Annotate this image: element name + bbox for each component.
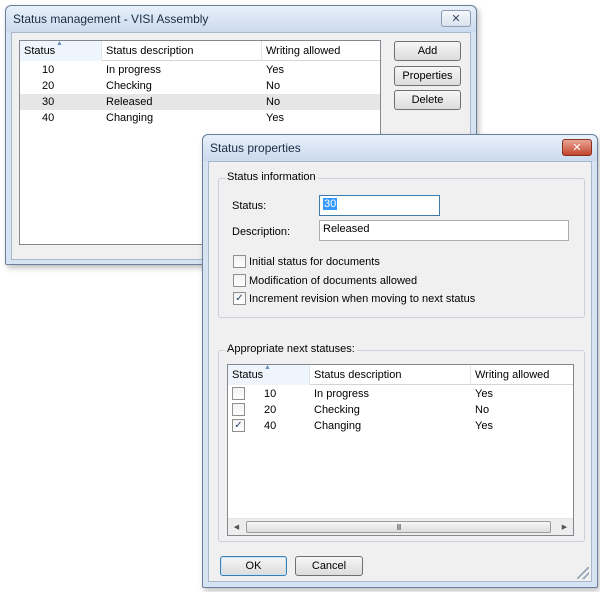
- row-cell-status: 20: [42, 80, 55, 92]
- status-field[interactable]: 30: [319, 195, 440, 216]
- table-row[interactable]: 10 In progress Yes: [228, 386, 573, 402]
- properties-button-label: Properties: [402, 70, 453, 82]
- row-cell-description: In progress: [106, 64, 162, 76]
- description-field-label: Description:: [232, 226, 291, 238]
- row-cell-description: Checking: [314, 404, 360, 416]
- close-icon: ✕: [451, 13, 461, 25]
- row-checkbox[interactable]: [232, 403, 245, 416]
- sort-ascending-icon: ▲: [56, 40, 63, 47]
- modification-allowed-checkbox[interactable]: [233, 274, 246, 287]
- row-cell-description: Changing: [314, 420, 362, 432]
- add-button-label: Add: [417, 45, 438, 57]
- row-checkbox[interactable]: ✓: [232, 419, 245, 432]
- next-statuses-caption: Appropriate next statuses:: [225, 343, 357, 355]
- ok-button[interactable]: OK: [220, 556, 287, 576]
- column-header-status-label: Status: [232, 369, 264, 381]
- row-cell-status: 40: [264, 420, 277, 432]
- column-header-status[interactable]: ▲ Status: [228, 365, 310, 385]
- check-mark-icon: ✓: [234, 420, 243, 431]
- dialog-close-button[interactable]: ✕: [562, 139, 592, 156]
- scrollbar-thumb[interactable]: III: [246, 521, 551, 533]
- row-cell-writing: No: [266, 80, 281, 92]
- resize-grip-icon[interactable]: [577, 567, 589, 579]
- column-header-writing[interactable]: Writing allowed: [262, 41, 380, 61]
- initial-status-label: Initial status for documents: [249, 256, 380, 268]
- table-row[interactable]: 20 Checking No: [228, 402, 573, 418]
- increment-revision-label: Increment revision when moving to next s…: [249, 293, 476, 305]
- horizontal-scrollbar[interactable]: ◀ III ▶: [228, 518, 573, 535]
- row-cell-status: 40: [42, 112, 55, 124]
- row-cell-status: 10: [42, 64, 55, 76]
- column-header-status[interactable]: ▲ Status: [20, 41, 102, 61]
- cancel-button-label: Cancel: [311, 560, 347, 572]
- modification-allowed-label: Modification of documents allowed: [249, 275, 418, 287]
- status-properties-dialog: Status properties ✕ Status information S…: [202, 134, 598, 588]
- status-field-label: Status:: [232, 200, 267, 212]
- main-window-title: Status management - VISI Assembly: [13, 12, 209, 26]
- column-header-description[interactable]: Status description: [310, 365, 471, 385]
- table-row[interactable]: 10 In progress Yes: [20, 62, 380, 78]
- close-icon: ✕: [572, 142, 582, 154]
- scroll-right-icon[interactable]: ▶: [556, 519, 573, 535]
- delete-button[interactable]: Delete: [394, 90, 461, 110]
- row-cell-description: Checking: [106, 80, 152, 92]
- column-header-writing-label: Writing allowed: [266, 45, 341, 57]
- row-cell-writing: No: [266, 96, 281, 108]
- dialog-title: Status properties: [210, 141, 301, 155]
- row-cell-status: 10: [264, 388, 277, 400]
- dialog-titlebar[interactable]: Status properties ✕: [203, 135, 597, 161]
- description-field[interactable]: Released: [319, 220, 569, 241]
- column-header-writing-label: Writing allowed: [475, 369, 550, 381]
- sort-ascending-icon: ▲: [264, 364, 271, 371]
- initial-status-checkbox[interactable]: [233, 255, 246, 268]
- description-field-value: Released: [323, 223, 370, 235]
- check-mark-icon: ✓: [235, 293, 244, 304]
- row-cell-writing: Yes: [475, 420, 493, 432]
- column-header-writing[interactable]: Writing allowed: [471, 365, 573, 385]
- next-statuses-header: ▲ Status Status description Writing allo…: [228, 365, 573, 385]
- status-information-group: Status information Status: 30 Descriptio…: [218, 171, 585, 318]
- column-header-description-label: Status description: [314, 369, 402, 381]
- scrollbar-grip-icon: III: [396, 522, 402, 532]
- table-row[interactable]: ✓ 40 Changing Yes: [228, 418, 573, 434]
- row-cell-writing: Yes: [266, 64, 284, 76]
- ok-button-label: OK: [245, 560, 262, 572]
- row-cell-description: In progress: [314, 388, 370, 400]
- delete-button-label: Delete: [411, 94, 444, 106]
- row-cell-description: Released: [106, 96, 153, 108]
- table-row[interactable]: 20 Checking No: [20, 78, 380, 94]
- column-header-description[interactable]: Status description: [102, 41, 262, 61]
- row-cell-status: 20: [264, 404, 277, 416]
- table-row[interactable]: 30 Released No: [20, 94, 380, 110]
- cancel-button[interactable]: Cancel: [295, 556, 363, 576]
- row-cell-description: Changing: [106, 112, 154, 124]
- column-header-description-label: Status description: [106, 45, 194, 57]
- status-field-value: 30: [323, 198, 338, 210]
- properties-button[interactable]: Properties: [394, 66, 461, 86]
- main-close-button[interactable]: ✕: [441, 10, 471, 27]
- main-titlebar[interactable]: Status management - VISI Assembly ✕: [6, 6, 476, 32]
- row-cell-status: 30: [42, 96, 55, 108]
- row-cell-writing: Yes: [266, 112, 284, 124]
- row-checkbox[interactable]: [232, 387, 245, 400]
- next-statuses-list[interactable]: ▲ Status Status description Writing allo…: [227, 364, 574, 536]
- row-cell-writing: Yes: [475, 388, 493, 400]
- row-cell-writing: No: [475, 404, 490, 416]
- add-button[interactable]: Add: [394, 41, 461, 61]
- status-list-header: ▲ Status Status description Writing allo…: [20, 41, 380, 61]
- scroll-left-icon[interactable]: ◀: [228, 519, 245, 535]
- status-information-caption: Status information: [225, 171, 318, 183]
- table-row[interactable]: 40 Changing Yes: [20, 110, 380, 126]
- next-statuses-group: Appropriate next statuses: ▲ Status Stat…: [218, 343, 585, 542]
- increment-revision-checkbox[interactable]: ✓: [233, 292, 246, 305]
- column-header-status-label: Status: [24, 45, 56, 57]
- dialog-client-area: Status information Status: 30 Descriptio…: [208, 161, 592, 582]
